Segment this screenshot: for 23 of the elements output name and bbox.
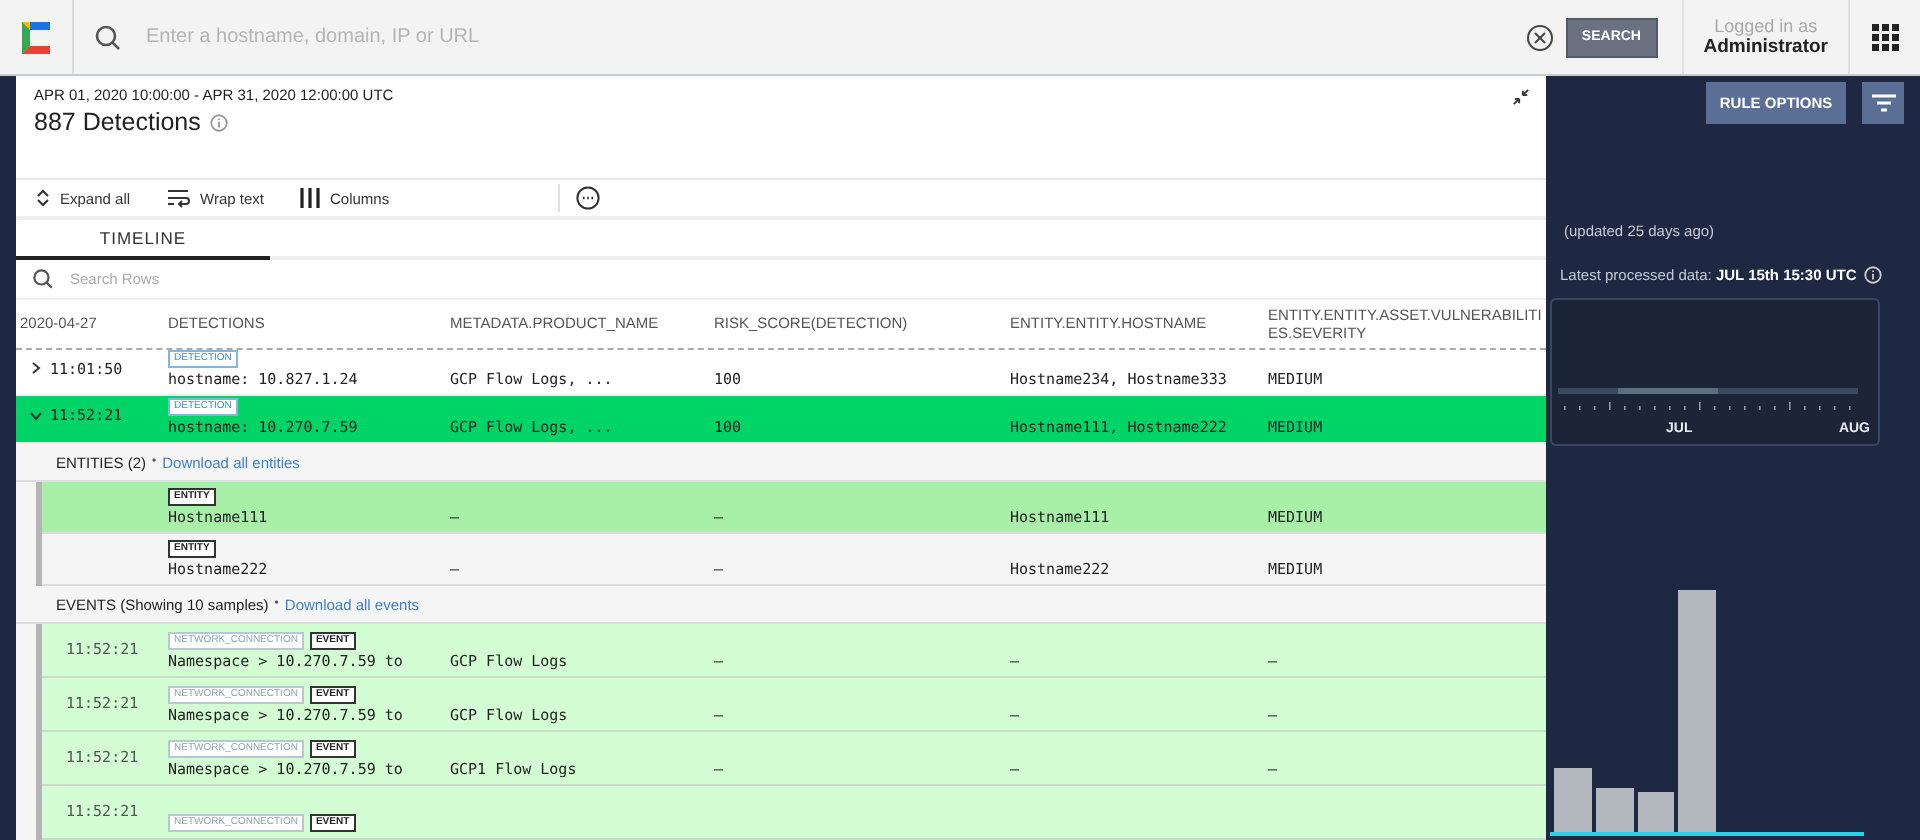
search-icon (94, 23, 122, 51)
more-icon[interactable] (575, 186, 600, 211)
columns-icon (300, 188, 320, 209)
search-field[interactable]: Enter a hostname, domain, IP or URL (142, 24, 1526, 50)
filter-icon (1871, 94, 1895, 112)
histogram-bar (1638, 792, 1674, 832)
clear-icon[interactable] (1525, 23, 1554, 51)
panel-title: 887 Detections (34, 108, 201, 136)
chevron-icon[interactable] (30, 409, 42, 422)
histogram-bar (1596, 788, 1634, 832)
wrap-text-icon (166, 188, 191, 209)
filter-button[interactable] (1862, 82, 1904, 124)
logo-icon[interactable] (18, 17, 54, 57)
search-icon (32, 267, 54, 290)
logged-in-caption: Logged in as (1714, 16, 1818, 36)
apps-grid-icon[interactable] (1872, 23, 1900, 51)
user-name[interactable]: Administrator (1703, 36, 1828, 58)
info-icon[interactable] (1864, 266, 1883, 284)
histogram-bar (1554, 768, 1592, 832)
expand-icon (36, 188, 50, 209)
chevron-icon[interactable] (30, 362, 42, 375)
collapse-icon[interactable] (1512, 88, 1530, 106)
tab[interactable]: TIMELINE (16, 220, 270, 261)
